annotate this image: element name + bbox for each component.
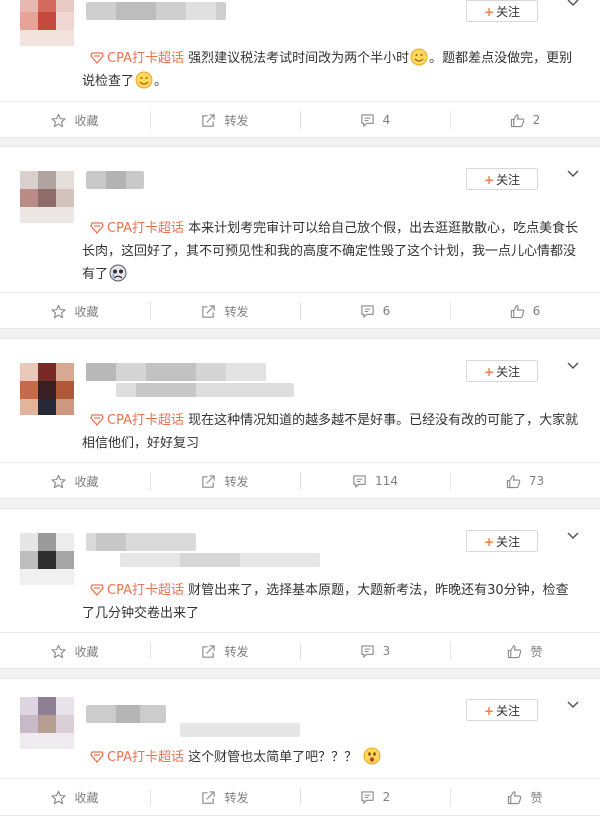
- super-topic-tag[interactable]: CPA打卡超话: [90, 750, 188, 765]
- super-topic-icon: [90, 414, 104, 426]
- repost-button[interactable]: 转发: [150, 102, 300, 138]
- avatar[interactable]: [20, 533, 74, 585]
- comment-icon: [360, 644, 374, 658]
- favorite-button[interactable]: 收藏: [0, 463, 150, 499]
- action-bar: 收藏 转发 114 73: [0, 462, 600, 499]
- action-bar: 收藏 转发 3 赞: [0, 632, 600, 669]
- comment-button[interactable]: 114: [300, 463, 450, 499]
- post-content: CPA打卡超话 这个财管也太简单了吧？？？: [82, 746, 580, 769]
- thumbs-up-icon: [510, 113, 524, 127]
- action-bar: 收藏 转发 4 2: [0, 101, 600, 138]
- plus-icon: +: [483, 5, 495, 19]
- comment-button[interactable]: 3: [300, 633, 450, 669]
- repost-icon: [202, 113, 216, 127]
- username-blurred[interactable]: [86, 705, 166, 723]
- repost-button[interactable]: 转发: [150, 463, 300, 499]
- chevron-down-icon[interactable]: [566, 167, 580, 181]
- like-button[interactable]: 赞: [450, 633, 600, 669]
- repost-icon: [202, 644, 216, 658]
- thumbs-up-icon: [508, 644, 522, 658]
- comment-icon: [360, 304, 374, 318]
- avatar[interactable]: [20, 171, 74, 223]
- follow-button[interactable]: + 关注: [466, 360, 538, 382]
- repost-button[interactable]: 转发: [150, 633, 300, 669]
- smile-emoji-icon: [135, 71, 153, 89]
- avatar[interactable]: [20, 697, 74, 749]
- super-topic-tag[interactable]: CPA打卡超话: [90, 413, 188, 428]
- repost-icon: [202, 790, 216, 804]
- post-card: + 关注 CPA打卡超话 这个财管也太简单了吧？？？ 收藏 转发 2 赞: [0, 678, 600, 816]
- chevron-down-icon[interactable]: [566, 359, 580, 373]
- favorite-button[interactable]: 收藏: [0, 779, 150, 815]
- follow-button[interactable]: + 关注: [466, 0, 538, 22]
- star-icon: [51, 644, 67, 658]
- super-topic-tag[interactable]: CPA打卡超话: [90, 51, 188, 66]
- user-info-blurred: [180, 723, 300, 737]
- avatar[interactable]: [20, 0, 74, 46]
- thumbs-up-icon: [506, 474, 521, 488]
- comment-icon: [353, 474, 366, 488]
- follow-button[interactable]: + 关注: [466, 530, 538, 552]
- super-topic-tag[interactable]: CPA打卡超话: [90, 221, 188, 236]
- plus-icon: +: [483, 704, 495, 718]
- user-info-blurred: [116, 383, 294, 397]
- smile-emoji-icon: [410, 48, 428, 66]
- follow-button[interactable]: + 关注: [466, 168, 538, 190]
- star-icon: [51, 474, 67, 488]
- comment-button[interactable]: 4: [300, 102, 450, 138]
- star-icon: [51, 790, 67, 804]
- favorite-button[interactable]: 收藏: [0, 102, 150, 138]
- favorite-button[interactable]: 收藏: [0, 633, 150, 669]
- thumbs-up-icon: [508, 790, 522, 804]
- like-button[interactable]: 赞: [450, 779, 600, 815]
- post-card: + 关注 CPA打卡超话 强烈建议税法考试时间改为两个半小时 。题都差点没做完，更别…: [0, 0, 600, 138]
- repost-button[interactable]: 转发: [150, 293, 300, 329]
- super-topic-icon: [90, 222, 104, 234]
- repost-icon: [202, 474, 216, 488]
- sad-emoji-icon: [109, 264, 127, 282]
- surprised-emoji-icon: [363, 747, 381, 765]
- post-content: CPA打卡超话 强烈建议税法考试时间改为两个半小时 。题都差点没做完，更别说检查了…: [82, 47, 580, 93]
- user-info-blurred: [120, 553, 320, 567]
- chevron-down-icon[interactable]: [566, 529, 580, 543]
- comment-button[interactable]: 6: [300, 293, 450, 329]
- star-icon: [51, 304, 67, 318]
- post-content: CPA打卡超话 本来计划考完审计可以给自己放个假，出去逛逛散散心，吃点美食长长肉…: [82, 221, 579, 282]
- username-blurred[interactable]: [86, 533, 196, 551]
- thumbs-up-icon: [510, 304, 524, 318]
- chevron-down-icon[interactable]: [566, 698, 580, 712]
- super-topic-icon: [90, 751, 104, 763]
- super-topic-icon: [90, 52, 104, 64]
- like-button[interactable]: 6: [450, 293, 600, 329]
- favorite-button[interactable]: 收藏: [0, 293, 150, 329]
- repost-button[interactable]: 转发: [150, 779, 300, 815]
- super-topic-tag[interactable]: CPA打卡超话: [90, 583, 188, 598]
- post-content: CPA打卡超话 财管出来了，选择基本原题，大题新考法，昨晚还有30分钟，检查了几…: [82, 583, 569, 621]
- username-blurred[interactable]: [86, 171, 144, 189]
- plus-icon: +: [483, 173, 495, 187]
- post-card: + 关注 CPA打卡超话 财管出来了，选择基本原题，大题新考法，昨晚还有30分钟，…: [0, 508, 600, 669]
- action-bar: 收藏 转发 6 6: [0, 292, 600, 329]
- comment-icon: [360, 113, 374, 127]
- username-blurred[interactable]: [86, 2, 226, 20]
- star-icon: [51, 113, 67, 127]
- super-topic-icon: [90, 584, 104, 596]
- action-bar: 收藏 转发 2 赞: [0, 778, 600, 815]
- username-blurred[interactable]: [86, 363, 266, 381]
- follow-button[interactable]: + 关注: [466, 699, 538, 721]
- avatar[interactable]: [20, 363, 74, 415]
- comment-button[interactable]: 2: [300, 779, 450, 815]
- post-card: + 关注 CPA打卡超话 本来计划考完审计可以给自己放个假，出去逛逛散散心，吃点美…: [0, 146, 600, 329]
- repost-icon: [202, 304, 216, 318]
- post-content: CPA打卡超话 现在这种情况知道的越多越不是好事。已经没有改的可能了，大家就相信…: [82, 413, 579, 451]
- post-card: + 关注 CPA打卡超话 现在这种情况知道的越多越不是好事。已经没有改的可能了，大…: [0, 338, 600, 499]
- chevron-down-icon[interactable]: [566, 0, 580, 10]
- comment-icon: [360, 790, 374, 804]
- like-button[interactable]: 2: [450, 102, 600, 138]
- like-button[interactable]: 73: [450, 463, 600, 499]
- plus-icon: +: [483, 535, 495, 549]
- plus-icon: +: [483, 365, 495, 379]
